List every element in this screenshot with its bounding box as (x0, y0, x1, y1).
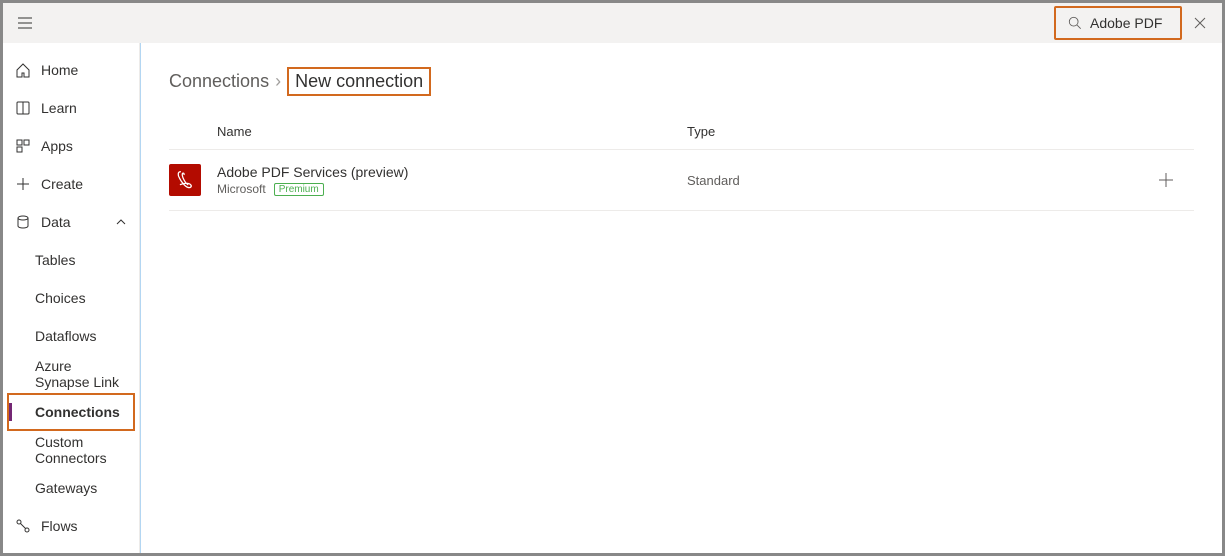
nav-flows-label: Flows (41, 518, 127, 534)
sidebar-item-custom-connectors[interactable]: Custom Connectors (3, 431, 139, 469)
search-input[interactable] (1090, 15, 1168, 31)
sidebar-item-label: Dataflows (35, 328, 96, 344)
plus-icon (1157, 171, 1175, 189)
data-icon (15, 214, 31, 230)
main-content: Connections › New connection Name Type (140, 43, 1222, 553)
book-icon (15, 100, 31, 116)
connections-table: Name Type Adobe PDF Services (preview) M… (169, 124, 1194, 211)
sidebar-item-label: Gateways (35, 480, 97, 496)
col-header-name[interactable]: Name (217, 124, 687, 139)
sidebar-item-label: Azure Synapse Link (35, 358, 127, 390)
connector-info: Adobe PDF Services (preview) Microsoft P… (217, 164, 687, 196)
connector-publisher: Microsoft (217, 182, 266, 196)
sidebar-item-label: Tables (35, 252, 75, 268)
breadcrumb-root[interactable]: Connections (169, 71, 269, 92)
premium-badge: Premium (274, 183, 324, 196)
sidebar-item-tables[interactable]: Tables (3, 241, 139, 279)
nav-apps-label: Apps (41, 138, 127, 154)
nav-data-label: Data (41, 214, 105, 230)
sidebar-item-connections[interactable]: Connections (7, 393, 135, 431)
flows-icon (15, 518, 31, 534)
close-icon (1194, 17, 1206, 29)
col-header-type[interactable]: Type (687, 124, 1194, 139)
sidebar-item-gateways[interactable]: Gateways (3, 469, 139, 507)
chevron-up-icon (115, 216, 127, 228)
breadcrumb-separator: › (275, 71, 281, 92)
nav-flows[interactable]: Flows (3, 507, 139, 545)
sidebar-item-choices[interactable]: Choices (3, 279, 139, 317)
connector-logo (169, 164, 201, 196)
sidebar: Home Learn Apps Create Data Tables Choic… (3, 43, 140, 553)
hamburger-menu[interactable] (11, 9, 39, 37)
adobe-pdf-icon (174, 169, 196, 191)
nav-create-label: Create (41, 176, 127, 192)
nav-learn[interactable]: Learn (3, 89, 139, 127)
sidebar-item-label: Choices (35, 290, 86, 306)
breadcrumb-current: New connection (287, 67, 431, 96)
connector-name: Adobe PDF Services (preview) (217, 164, 687, 180)
nav-home-label: Home (41, 62, 127, 78)
connector-type: Standard (687, 173, 1150, 188)
table-row[interactable]: Adobe PDF Services (preview) Microsoft P… (169, 149, 1194, 211)
close-search-button[interactable] (1186, 13, 1214, 33)
sidebar-item-dataflows[interactable]: Dataflows (3, 317, 139, 355)
nav-create[interactable]: Create (3, 165, 139, 203)
nav-data[interactable]: Data (3, 203, 139, 241)
sidebar-item-synapse[interactable]: Azure Synapse Link (3, 355, 139, 393)
nav-home[interactable]: Home (3, 51, 139, 89)
nav-learn-label: Learn (41, 100, 127, 116)
sidebar-item-label: Connections (35, 404, 120, 420)
apps-icon (15, 138, 31, 154)
topbar (3, 3, 1222, 43)
search-box[interactable] (1054, 6, 1182, 40)
search-icon (1068, 16, 1082, 30)
breadcrumb: Connections › New connection (169, 67, 1194, 96)
hamburger-icon (17, 15, 33, 31)
nav-apps[interactable]: Apps (3, 127, 139, 165)
plus-icon (15, 176, 31, 192)
home-icon (15, 62, 31, 78)
table-header: Name Type (169, 124, 1194, 149)
add-connection-button[interactable] (1150, 164, 1182, 196)
sidebar-item-label: Custom Connectors (35, 434, 127, 466)
